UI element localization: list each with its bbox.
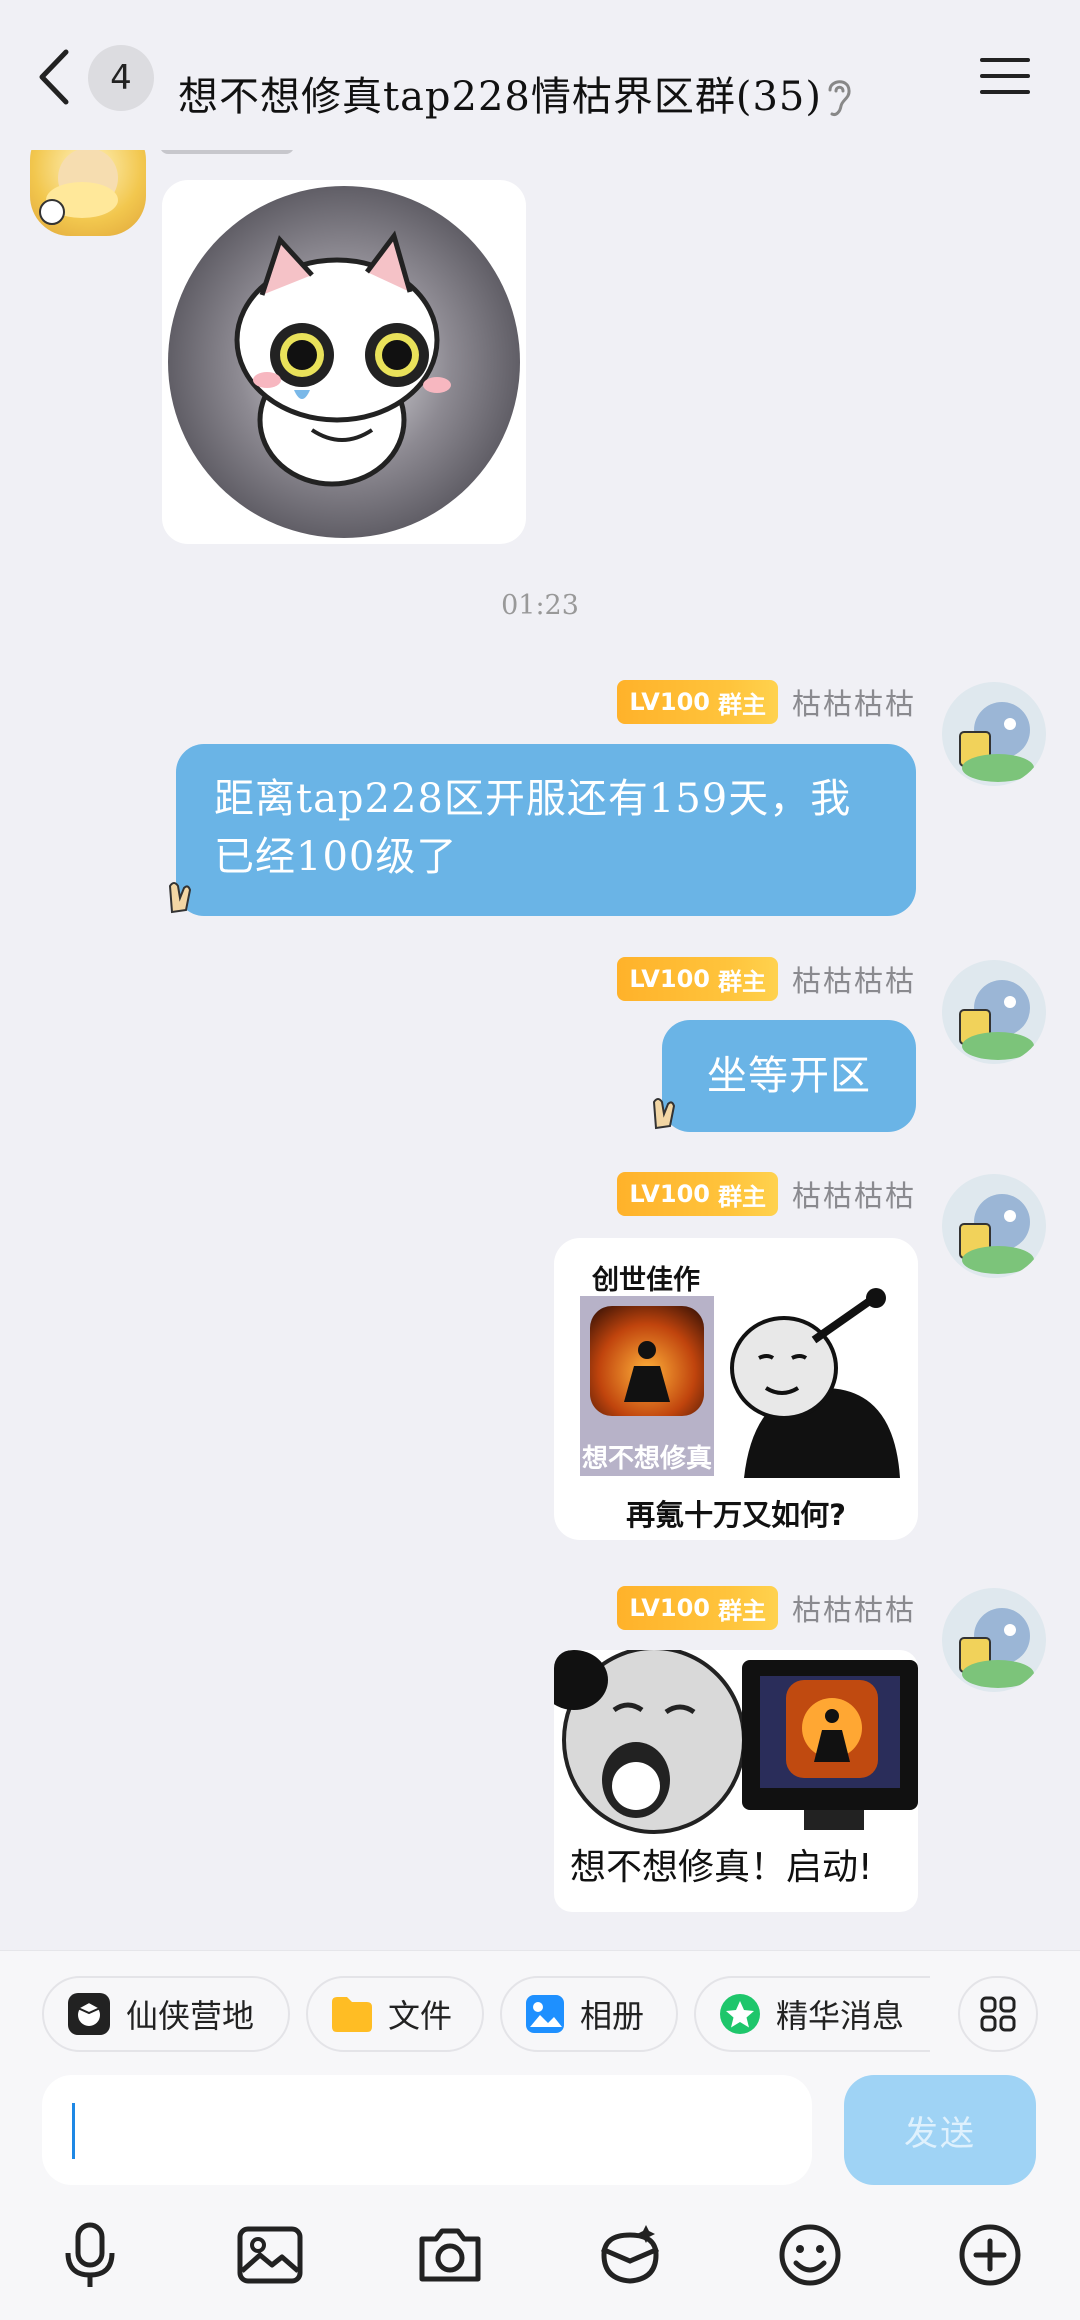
ear-icon[interactable] (822, 74, 856, 120)
camp-icon (68, 1993, 110, 2035)
shortcut-label: 文件 (388, 1997, 453, 2035)
image-icon[interactable] (234, 2219, 306, 2291)
avatar-self[interactable] (942, 1588, 1046, 1692)
message-text: 坐等开区 (707, 1053, 871, 1099)
shortcut-album[interactable]: 相册 (500, 1976, 678, 2052)
avatar-self[interactable] (942, 960, 1046, 1064)
message-bubble[interactable]: 坐等开区 (662, 1020, 916, 1132)
shortcut-label: 仙侠营地 (126, 1997, 255, 2035)
shortcut-camp[interactable]: 仙侠营地 (42, 1976, 290, 2052)
menu-icon[interactable] (978, 54, 1032, 98)
sticker-app-label: 想不想修真 (581, 1444, 712, 1474)
shortcut-label: 相册 (580, 1997, 645, 2035)
sticker-meme-1[interactable]: 创世佳作 想不想修真 再氪十万又如何? (554, 1238, 918, 1540)
sticker-caption: 想不想修真！启动! (570, 1847, 873, 1888)
message-bubble[interactable]: 距离tap228区开服还有159天，我 已经100级了 (176, 744, 916, 916)
bubble-decoration-icon (652, 1098, 676, 1130)
chat-header: 4 想不想修真tap228情枯界区群(35) (0, 0, 1080, 150)
message-text-line-1: 距离tap228区开服还有159天，我 (214, 776, 852, 822)
sender-name[interactable]: 枯枯枯枯 (792, 1173, 916, 1215)
chat-title[interactable]: 想不想修真tap228情枯界区群(35) (178, 64, 822, 122)
sender-info: LV100 群主 枯枯枯枯 (617, 957, 916, 1001)
red-packet-icon[interactable] (594, 2219, 666, 2291)
shortcut-highlights[interactable]: 精华消息 (694, 1976, 930, 2052)
text-caret (72, 2103, 75, 2159)
level-badge: LV100 群主 (617, 680, 778, 724)
sender-name[interactable]: 枯枯枯枯 (792, 681, 916, 723)
sender-name[interactable]: 枯枯枯枯 (792, 958, 916, 1000)
shortcut-more[interactable] (958, 1976, 1038, 2052)
sticker-text-top: 创世佳作 (592, 1265, 700, 1296)
sender-info: LV100 群主 枯枯枯枯 (617, 1586, 916, 1630)
star-icon (720, 1994, 760, 2034)
bubble-decoration-icon (168, 882, 192, 914)
mic-icon[interactable] (54, 2219, 126, 2291)
game-app-icon: 想不想修真 (580, 1296, 714, 1476)
sticker-scared-cat[interactable] (162, 180, 526, 544)
plus-icon[interactable] (954, 2219, 1026, 2291)
emoji-icon[interactable] (774, 2219, 846, 2291)
level-badge: LV100 群主 (617, 1586, 778, 1630)
album-icon (526, 1995, 564, 2033)
message-text-line-2: 已经100级了 (214, 834, 458, 880)
timestamp: 01:23 (501, 590, 579, 621)
send-button[interactable]: 发送 (844, 2075, 1036, 2185)
sticker-meme-2[interactable]: 想不想修真！启动! (554, 1650, 918, 1912)
sticker-text-bottom: 再氪十万又如何? (626, 1498, 846, 1532)
sender-info: LV100 群主 枯枯枯枯 (617, 1172, 916, 1216)
grid-icon (980, 1996, 1016, 2032)
sender-info: LV100 群主 枯枯枯枯 (617, 680, 916, 724)
avatar-self[interactable] (942, 1174, 1046, 1278)
bottom-panel: 仙侠营地 文件 相册 精华消息 发送 (0, 1950, 1080, 2320)
camera-icon[interactable] (414, 2219, 486, 2291)
sender-name[interactable]: 枯枯枯枯 (792, 1587, 916, 1629)
shortcut-files[interactable]: 文件 (306, 1976, 484, 2052)
avatar-self[interactable] (942, 682, 1046, 786)
back-arrow-icon[interactable] (28, 42, 88, 112)
shortcut-label: 精华消息 (776, 1997, 905, 2035)
level-badge: LV100 群主 (617, 1172, 778, 1216)
folder-icon (332, 1997, 372, 2032)
unread-count-badge[interactable]: 4 (88, 45, 154, 111)
level-badge: LV100 群主 (617, 957, 778, 1001)
message-input[interactable] (42, 2075, 812, 2185)
